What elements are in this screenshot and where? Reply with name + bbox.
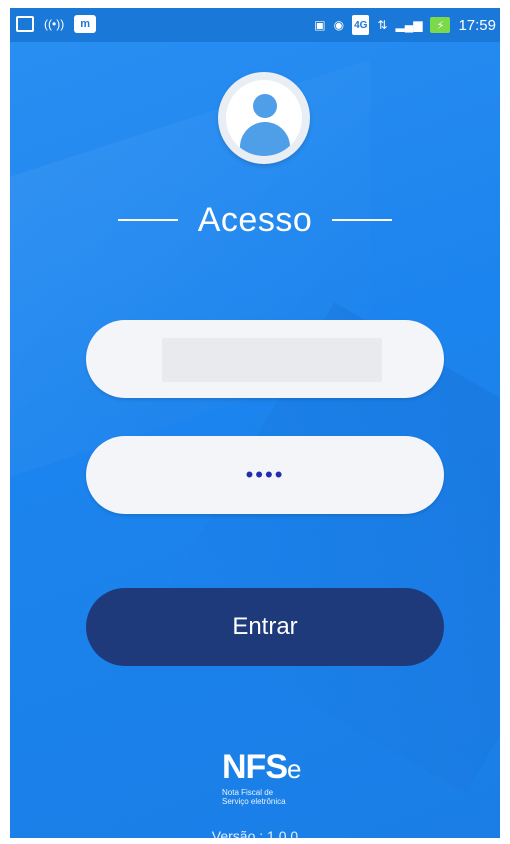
network-type-icon: 4G [352, 15, 370, 35]
battery-charging-icon: ⚡ [430, 17, 451, 33]
app-notification-icon: m [74, 15, 97, 33]
data-transfer-icon: ⇅ [377, 18, 388, 32]
title-divider-left [117, 219, 178, 221]
password-input[interactable] [86, 436, 444, 514]
signal-icon: ▂▄▆ [395, 18, 423, 32]
status-time: 17:59 [458, 16, 496, 34]
username-field[interactable] [86, 320, 444, 398]
app-screen: ((•)) m ▣ ◉ 4G ⇅ ▂▄▆ ⚡ 17:59 Acesso ••••… [10, 8, 500, 838]
password-field[interactable] [86, 436, 444, 514]
username-input[interactable] [86, 320, 444, 398]
nfse-logo: NFSe Nota Fiscal de Serviço eletrônica [222, 750, 332, 810]
status-bar: ((•)) m ▣ ◉ 4G ⇅ ▂▄▆ ⚡ 17:59 [10, 8, 500, 42]
cast-icon: ▣ [314, 18, 326, 32]
nfse-logo-subtitle: Nota Fiscal de Serviço eletrônica [222, 788, 286, 806]
wifi-icon: ◉ [333, 18, 345, 32]
user-avatar-icon [218, 72, 310, 164]
nfse-logo-mark: NFSe [222, 748, 302, 786]
login-title-row: Acesso [10, 198, 500, 242]
login-button[interactable]: Entrar [86, 588, 444, 666]
title-divider-right [332, 219, 393, 221]
login-title: Acesso [197, 200, 313, 239]
app-version: Versão : 1.0.0 [211, 828, 299, 838]
hotspot-icon: ((•)) [44, 17, 65, 31]
gallery-notification-icon [16, 16, 34, 32]
